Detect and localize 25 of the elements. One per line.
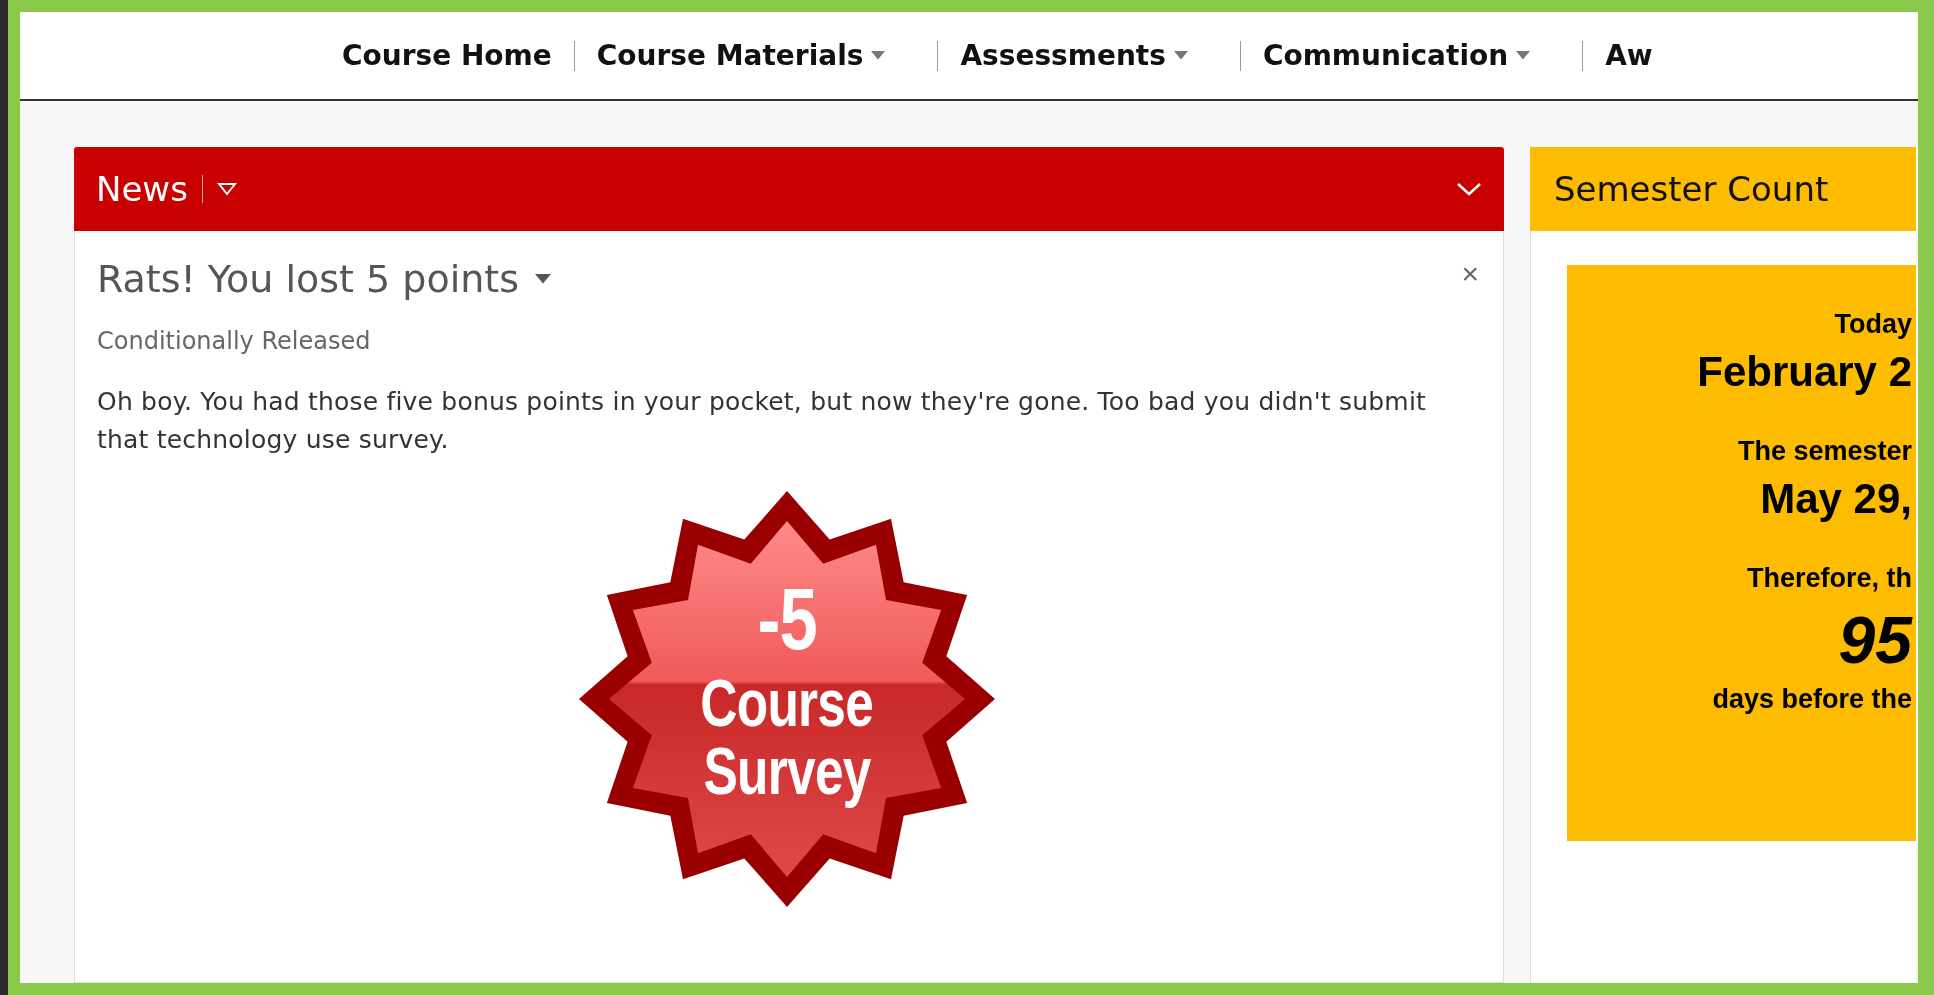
nav-link[interactable]: Assessments <box>938 39 1210 72</box>
countdown-date: February 2 <box>1697 348 1912 396</box>
countdown-date: May 29, <box>1760 475 1912 523</box>
news-text: Oh boy. You had those five bonus points in your pocket, but now they're gone. Too bad you didn't submit that technology use survey. <box>97 386 1428 456</box>
caret-icon <box>1173 51 1188 60</box>
badge-points: -5 <box>757 569 817 669</box>
countdown-text: days before the <box>1712 684 1912 715</box>
badge-label: Course <box>700 669 874 737</box>
nav-link[interactable]: Course Materials <box>574 39 908 72</box>
countdown-text: Today <box>1834 309 1912 340</box>
caret-icon <box>871 51 886 60</box>
nav-link[interactable]: Aw <box>1583 39 1675 72</box>
menu-caret-icon[interactable] <box>216 182 237 196</box>
days-count: 95 <box>1838 602 1912 678</box>
widget-title: Semester Count <box>1554 169 1829 209</box>
news-item-title[interactable]: Rats! You lost 5 points <box>97 257 551 301</box>
release-status: Conditionally Released <box>97 327 372 355</box>
nav-link[interactable]: Course Home <box>320 39 574 72</box>
chevron-down-icon[interactable] <box>1456 181 1482 197</box>
nav-link[interactable]: Communication <box>1240 39 1553 72</box>
countdown-text: The semester <box>1737 436 1912 467</box>
widget-title: News <box>96 169 188 209</box>
countdown-text: Therefore, th <box>1746 563 1912 594</box>
caret-icon <box>535 274 551 284</box>
caret-icon <box>1516 51 1531 60</box>
